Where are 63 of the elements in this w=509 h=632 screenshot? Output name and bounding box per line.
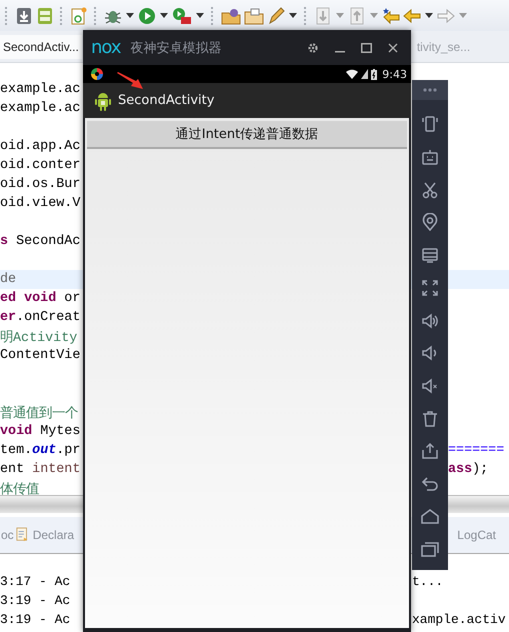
new-file-icon[interactable] <box>70 6 88 26</box>
code-line: void Mytes <box>0 424 82 439</box>
console-line: t... <box>412 574 444 589</box>
rotate-phone-icon[interactable] <box>421 115 439 134</box>
panel-tab[interactable]: Declara <box>14 527 76 543</box>
code-line: oid.conter <box>0 158 82 173</box>
pass-data-button[interactable]: 通过Intent传递普通数据 <box>87 121 407 149</box>
signal-icon <box>361 69 368 79</box>
code-line: ContentVie <box>0 348 82 363</box>
panel-tab[interactable]: LogCat <box>456 528 497 542</box>
volume-down-icon[interactable] <box>421 344 439 362</box>
battery-icon <box>371 68 378 80</box>
code-line: 体传值 <box>0 481 40 498</box>
code-line: example.ac <box>0 101 82 116</box>
panel-tab[interactable]: oc <box>0 528 15 542</box>
trash-icon[interactable] <box>421 410 439 428</box>
screen-icon[interactable] <box>421 246 439 264</box>
code-line: 普通值到一个 <box>0 404 79 422</box>
pointer-arrow <box>116 72 144 90</box>
folder-icon[interactable] <box>244 6 264 26</box>
app-icon <box>91 68 103 80</box>
run-icon[interactable] <box>138 6 156 26</box>
editor-tab[interactable]: tivity_se... <box>414 34 474 58</box>
console-line: xample.activ <box>412 612 506 627</box>
mute-icon[interactable] <box>421 376 439 395</box>
code-line: oid.os.Bur <box>0 177 82 192</box>
volume-up-icon[interactable] <box>421 312 439 330</box>
back-star-arrow-icon[interactable] <box>382 6 400 26</box>
apk-install-icon[interactable] <box>421 442 439 460</box>
run-toolbox-icon[interactable] <box>172 6 192 26</box>
code-line: tem.out.pr <box>0 443 82 458</box>
location-icon[interactable] <box>421 213 439 232</box>
document-icon <box>16 527 30 543</box>
code-line: ass); <box>448 462 488 477</box>
console-line: 3:19 - Ac <box>0 612 72 627</box>
code-line: oid.view.V <box>0 196 82 211</box>
more-icon[interactable] <box>423 88 437 92</box>
keyboard-icon[interactable] <box>421 148 439 166</box>
android-icon <box>95 90 111 110</box>
code-line: example.ac <box>0 82 82 97</box>
home-icon[interactable] <box>421 508 439 526</box>
app-title: SecondActivity <box>118 93 214 108</box>
console-line: 3:17 - Ac <box>0 574 72 589</box>
wifi-icon <box>346 69 358 79</box>
code-line: 明Activity <box>0 329 78 346</box>
console-line: 3:19 - Ac <box>0 593 72 608</box>
code-line: s SecondAc <box>0 234 82 249</box>
window-title: 夜神安卓模拟器 <box>130 40 222 56</box>
back-icon[interactable] <box>421 475 439 494</box>
pencil-icon[interactable] <box>267 6 285 26</box>
recent-apps-icon[interactable] <box>421 540 439 558</box>
editor-tab[interactable]: SecondActiv... <box>0 34 82 58</box>
code-line: oid.app.Ac <box>0 139 82 154</box>
nox-logo: nox <box>91 37 121 58</box>
scissors-icon[interactable] <box>421 180 439 199</box>
fullscreen-icon[interactable] <box>421 278 439 297</box>
download-icon[interactable] <box>15 6 33 26</box>
code-line: ======= <box>448 443 504 458</box>
code-line: ed void or <box>0 291 82 306</box>
code-line: ent intent <box>0 462 82 477</box>
code-line: de <box>0 272 18 287</box>
code-line: er.onCreat <box>0 310 82 325</box>
clock-time: 9:43 <box>382 68 407 80</box>
